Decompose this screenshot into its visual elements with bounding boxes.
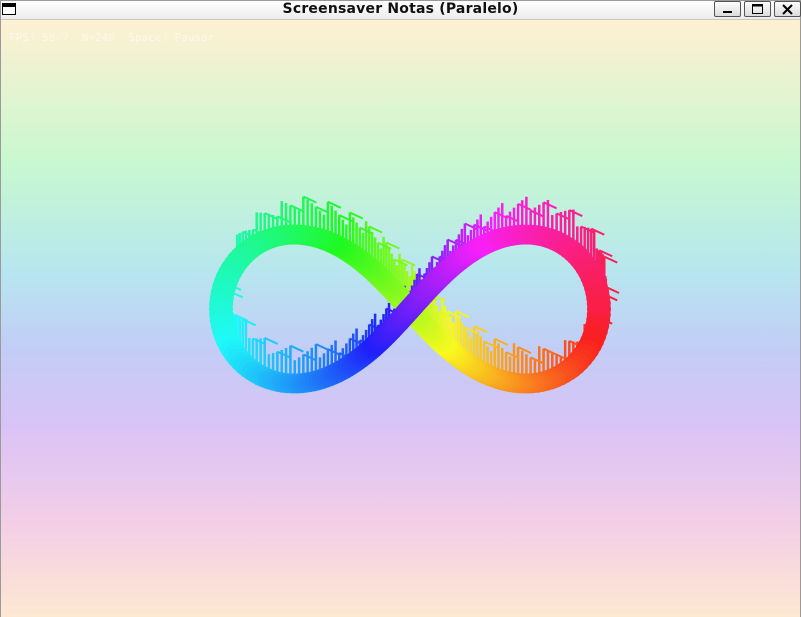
note-flag	[276, 215, 291, 224]
note-flag	[264, 337, 279, 345]
note-flag	[517, 202, 532, 211]
note-flag	[464, 326, 479, 335]
note-flag	[276, 350, 291, 359]
minimize-icon	[723, 11, 732, 13]
close-icon	[782, 4, 793, 15]
note-flag	[530, 209, 545, 218]
app-window: Screensaver Notas (Paralelo) FPS: 58.7 N…	[0, 0, 801, 617]
note-flag	[530, 356, 545, 365]
infinity-notes-graphic	[209, 195, 620, 394]
note-flag	[556, 212, 571, 221]
minimize-button[interactable]	[714, 1, 741, 17]
window-title: Screensaver Notas (Paralelo)	[282, 1, 519, 17]
close-button[interactable]	[774, 1, 801, 17]
note-flag	[473, 325, 488, 334]
note-flag	[543, 201, 558, 210]
note-flag	[302, 195, 317, 204]
note-flag	[302, 353, 317, 362]
note-flag	[517, 346, 532, 355]
note-flag	[289, 204, 304, 213]
screensaver-canvas[interactable]: FPS: 58.7 N=240 Space: Pausar	[1, 20, 800, 617]
note-flag	[368, 225, 383, 234]
maximize-button[interactable]	[744, 1, 771, 17]
note-flag	[327, 200, 342, 209]
title-bar[interactable]: Screensaver Notas (Paralelo)	[1, 1, 801, 20]
note-head	[586, 293, 611, 314]
note-flag	[494, 337, 509, 346]
maximize-icon	[752, 4, 763, 14]
note-flag	[543, 347, 558, 356]
note-flag	[289, 344, 304, 353]
note-flag	[264, 212, 279, 220]
note-flag	[349, 211, 364, 220]
note-flag	[568, 209, 583, 217]
note-flag	[603, 255, 618, 264]
